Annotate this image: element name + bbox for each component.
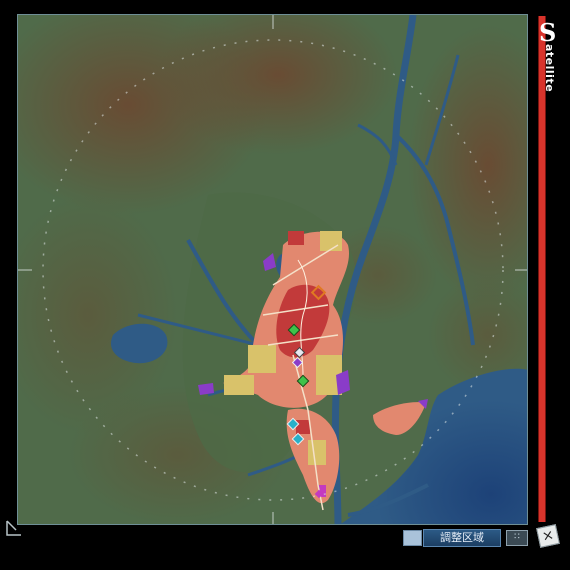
terrain-map[interactable]: [18, 15, 528, 525]
grid-toggle-button[interactable]: ∷: [506, 530, 528, 546]
close-button[interactable]: ×: [536, 524, 560, 548]
legend-label[interactable]: 調整区域: [423, 529, 501, 547]
view-mode-title[interactable]: S atellite: [535, 16, 563, 96]
satellite-map-view[interactable]: [17, 14, 528, 525]
view-title-initial: S: [539, 18, 557, 47]
resize-corner-icon[interactable]: [4, 518, 24, 538]
legend-color-swatch: [403, 530, 422, 546]
view-title-rest: atellite: [543, 44, 556, 93]
